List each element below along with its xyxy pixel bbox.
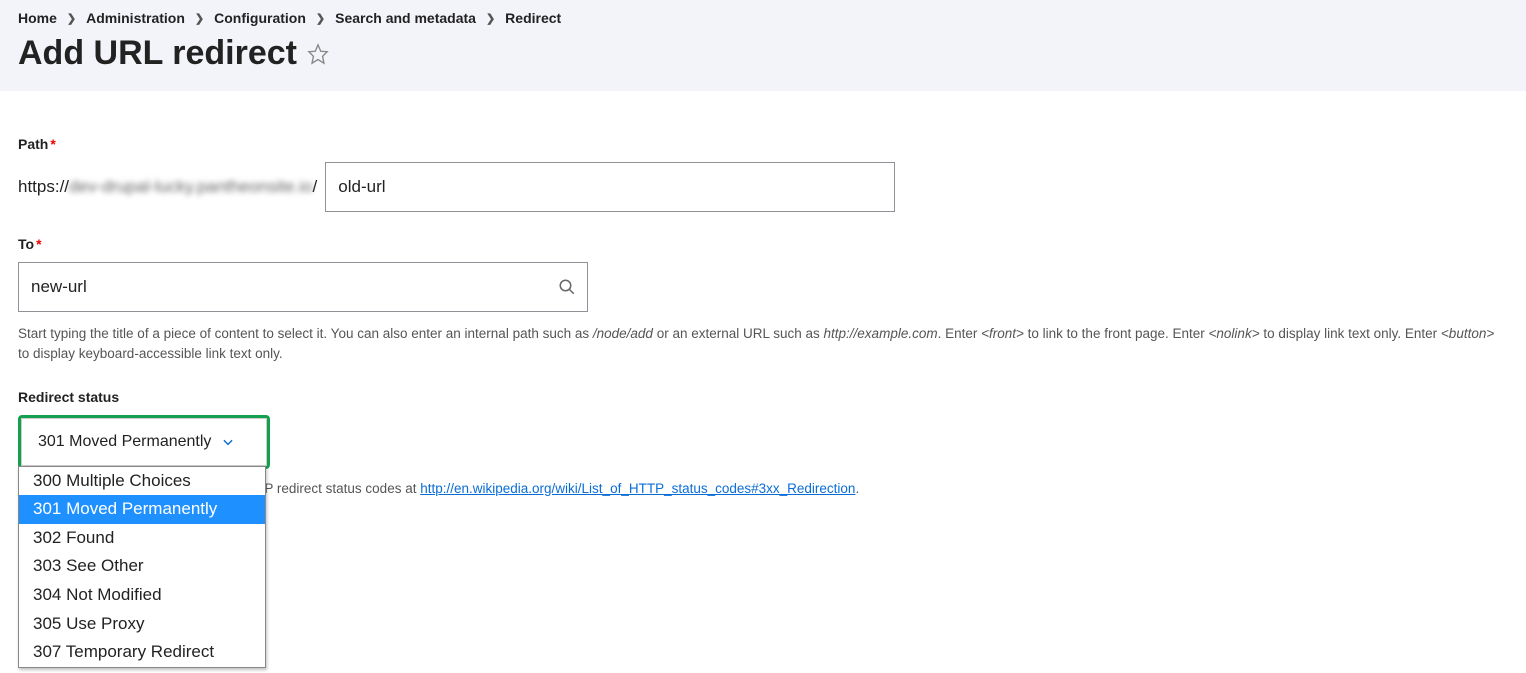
star-icon[interactable] (307, 43, 329, 65)
path-label: Path* (18, 136, 56, 152)
redirect-status-label: Redirect status (18, 389, 119, 405)
chevron-right-icon: ❯ (316, 12, 325, 25)
to-label: To* (18, 236, 42, 252)
dropdown-option[interactable]: 300 Multiple Choices (19, 467, 265, 496)
redirect-status-value: 301 Moved Permanently (38, 433, 211, 451)
dropdown-option[interactable]: 301 Moved Permanently (19, 495, 265, 524)
to-field-group: To* Start typing the title of a piece of… (18, 236, 1508, 365)
page-title-row: Add URL redirect (18, 34, 1508, 73)
path-input[interactable] (325, 162, 895, 212)
chevron-right-icon: ❯ (67, 12, 76, 25)
to-input[interactable] (18, 262, 588, 312)
dropdown-option[interactable]: 303 See Other (19, 552, 265, 581)
dropdown-option[interactable]: 302 Found (19, 524, 265, 553)
dropdown-option[interactable]: 307 Temporary Redirect (19, 638, 265, 667)
redirect-status-select[interactable]: 301 Moved Permanently 300 Multiple Choic… (18, 415, 270, 469)
breadcrumb-item[interactable]: Search and metadata (335, 10, 476, 26)
search-icon (558, 278, 576, 296)
breadcrumb-item[interactable]: Home (18, 10, 57, 26)
dropdown-option[interactable]: 305 Use Proxy (19, 610, 265, 639)
chevron-right-icon: ❯ (195, 12, 204, 25)
redirect-status-dropdown: 300 Multiple Choices 301 Moved Permanent… (18, 466, 266, 668)
breadcrumb: Home ❯ Administration ❯ Configuration ❯ … (18, 10, 1508, 26)
form-region: Path* https://dev-drupal-lucky.pantheons… (0, 91, 1526, 538)
redirect-status-group: Redirect status 301 Moved Permanently 30… (18, 389, 1508, 496)
chevron-down-icon (221, 435, 235, 449)
chevron-right-icon: ❯ (486, 12, 495, 25)
path-field-group: Path* https://dev-drupal-lucky.pantheons… (18, 136, 1508, 212)
required-marker: * (36, 236, 41, 252)
to-help-text: Start typing the title of a piece of con… (18, 324, 1508, 365)
status-codes-link[interactable]: http://en.wikipedia.org/wiki/List_of_HTT… (420, 481, 855, 496)
required-marker: * (50, 136, 55, 152)
breadcrumb-item[interactable]: Configuration (214, 10, 306, 26)
page-title: Add URL redirect (18, 34, 297, 73)
breadcrumb-item[interactable]: Administration (86, 10, 185, 26)
header-region: Home ❯ Administration ❯ Configuration ❯ … (0, 0, 1526, 91)
breadcrumb-item[interactable]: Redirect (505, 10, 561, 26)
dropdown-option[interactable]: 304 Not Modified (19, 581, 265, 610)
path-url-prefix: https://dev-drupal-lucky.pantheonsite.io… (18, 177, 317, 197)
